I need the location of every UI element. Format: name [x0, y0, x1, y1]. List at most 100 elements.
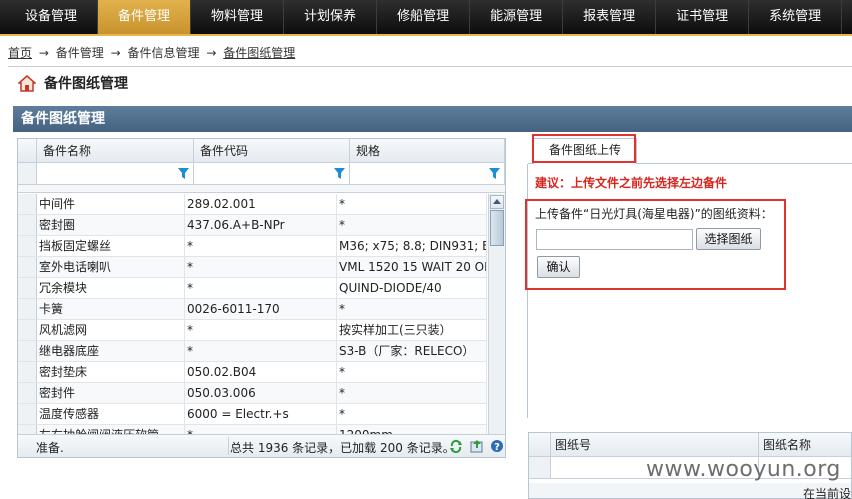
footer-divider — [228, 437, 229, 455]
grid-header: 备件名称 备件代码 规格 — [18, 139, 505, 163]
table-row[interactable]: 继电器底座 * S3-B（厂家：RELECO） — [18, 341, 487, 362]
table-row[interactable]: 温度传感器 6000 = Electr.+s * — [18, 404, 487, 425]
panel-header: 备件图纸管理 — [13, 106, 852, 132]
cell-spec: S3-B（厂家：RELECO） — [337, 341, 487, 361]
cell-spec: QUIND-DIODE/40 — [337, 278, 487, 298]
cell-spec: * — [337, 362, 487, 382]
filter-icon[interactable] — [489, 168, 500, 179]
cell-spec: VML 1520 15 WAIT 20 OH... — [337, 257, 487, 277]
nav-item-maintenance-plan[interactable]: 计划保养 — [284, 0, 378, 34]
cell-part-code: * — [185, 278, 337, 298]
refresh-icon[interactable] — [449, 439, 463, 454]
top-nav: 设备管理 备件管理 物料管理 计划保养 修船管理 能源管理 报表管理 证书管理 … — [0, 0, 852, 36]
breadcrumb-home-link[interactable]: 首页 — [8, 46, 32, 60]
nav-item-ship-repair[interactable]: 修船管理 — [377, 0, 471, 34]
cell-part-code: * — [185, 236, 337, 256]
nav-item-certificates[interactable]: 证书管理 — [656, 0, 750, 34]
choose-drawing-button[interactable]: 选择图纸 — [696, 228, 761, 250]
cell-spec: 1200mm — [337, 425, 487, 434]
filter-icon[interactable] — [178, 168, 189, 179]
nav-item-system[interactable]: 系统管理 — [749, 0, 843, 34]
nav-item-materials[interactable]: 物料管理 — [191, 0, 285, 34]
filter-icon[interactable] — [334, 168, 345, 179]
nav-item-spare-parts[interactable]: 备件管理 — [98, 0, 192, 34]
cell-part-code: 6000 = Electr.+s — [185, 404, 337, 424]
watermark: www.wooyun.org — [646, 457, 841, 482]
cell-spec: M36; x75; 8.8; DIN931; Black — [337, 236, 487, 256]
table-row[interactable]: 挡板固定螺丝*M36; x75; 8.8; DIN931; Black — [18, 236, 487, 257]
table-row[interactable]: 卡簧 0026-6011-170 * — [18, 299, 487, 320]
filter-row — [18, 163, 505, 185]
column-header-part-name[interactable]: 备件名称 — [37, 139, 194, 162]
table-row[interactable]: 室外电话喇叭*VML 1520 15 WAIT 20 OH... — [18, 257, 487, 278]
cell-part-name: 密封件 — [37, 383, 185, 403]
breadcrumb-separator: → — [110, 46, 121, 60]
table-row[interactable]: 密封件 050.03.006 * — [18, 383, 487, 404]
home-icon — [17, 74, 37, 92]
upload-label: 上传备件“日光灯具(海星电器)”的图纸资料： — [535, 207, 773, 221]
cell-part-name: 挡板固定螺丝 — [37, 236, 185, 256]
column-header-spec[interactable]: 规格 — [350, 139, 505, 162]
advice-text: 建议：上传文件之前先选择左边备件 — [535, 176, 728, 190]
cell-spec: * — [337, 299, 487, 319]
help-icon[interactable]: ? — [490, 439, 504, 453]
highlight-box — [532, 134, 636, 163]
cell-part-code: 289.02.001 — [185, 194, 337, 214]
cell-part-name: 卡簧 — [37, 299, 185, 319]
cell-part-name: 温度传感器 — [37, 404, 185, 424]
breadcrumb-current-link[interactable]: 备件图纸管理 — [223, 46, 295, 60]
confirm-button[interactable]: 确认 — [537, 256, 580, 278]
scroll-up-button[interactable] — [490, 195, 504, 209]
cell-spec: * — [337, 215, 487, 235]
cell-part-code: * — [185, 425, 337, 434]
nav-item-reports[interactable]: 报表管理 — [563, 0, 657, 34]
nav-item-equipment[interactable]: 设备管理 — [0, 0, 99, 34]
drawing-grid-body: 在当前设 — [529, 483, 851, 499]
nav-item-energy[interactable]: 能源管理 — [470, 0, 564, 34]
table-row[interactable]: 冗余模块 * QUIND-DIODE/40 — [18, 278, 487, 299]
filter-corner — [18, 163, 37, 184]
cell-part-code: 437.06.A+B-NPr — [185, 215, 337, 235]
cell-part-code: * — [185, 320, 337, 340]
table-row[interactable]: 密封圈 437.06.A+B-NPr * — [18, 215, 487, 236]
cell-part-code: 0026-6011-170 — [185, 299, 337, 319]
cell-part-name: 室外电话喇叭 — [37, 257, 185, 277]
column-header-drawing-name[interactable]: 图纸名称 — [759, 433, 851, 456]
breadcrumb-separator: → — [206, 46, 217, 60]
filter-corner — [529, 457, 551, 478]
table-row[interactable]: 中间件 289.02.001 * — [18, 194, 487, 215]
cell-part-name: 中间件 — [37, 194, 185, 214]
svg-text:?: ? — [494, 442, 500, 453]
filter-cell-spec[interactable] — [350, 163, 505, 184]
filter-cell-part-code[interactable] — [194, 163, 350, 184]
vertical-scrollbar[interactable] — [488, 194, 505, 434]
filter-cell-part-name[interactable] — [37, 163, 194, 184]
grid-corner — [529, 433, 551, 456]
breadcrumb-separator: → — [38, 46, 49, 60]
breadcrumb: 首页 → 备件管理 → 备件信息管理 → 备件图纸管理 — [8, 44, 295, 61]
drawing-grid-header: 图纸号 图纸名称 — [529, 433, 851, 457]
cell-part-code: * — [185, 257, 337, 277]
cell-part-name: 风机滤网 — [37, 320, 185, 340]
cell-part-name: 密封圈 — [37, 215, 185, 235]
divider — [8, 66, 852, 67]
table-row[interactable]: 风机滤网 * 按实样加工(三只装） — [18, 320, 487, 341]
status-text: 准备. — [36, 441, 64, 455]
grid-spacer — [18, 185, 505, 193]
column-header-drawing-no[interactable]: 图纸号 — [551, 433, 759, 456]
page-title-area: 备件图纸管理 — [17, 73, 128, 93]
drawing-grid-message: 在当前设 — [802, 487, 851, 499]
grid-footer: 准备. 总共 1936 条记录，已加载 200 条记录。 ? — [18, 434, 505, 457]
cell-part-name: 密封垫床 — [37, 362, 185, 382]
cell-spec: * — [337, 383, 487, 403]
column-header-part-code[interactable]: 备件代码 — [194, 139, 350, 162]
grid-corner — [18, 139, 37, 162]
breadcrumb-level2: 备件信息管理 — [127, 46, 200, 60]
cell-spec: 按实样加工(三只装） — [337, 320, 487, 340]
export-icon[interactable] — [470, 439, 484, 453]
table-row[interactable]: 密封垫床 050.02.B04 * — [18, 362, 487, 383]
table-row[interactable]: 左右抽舱闸阀液压软管*1200mm — [18, 425, 487, 434]
record-count-text: 总共 1936 条记录，已加载 200 条记录。 — [230, 441, 455, 455]
scroll-thumb[interactable] — [490, 210, 504, 246]
file-path-input[interactable] — [536, 229, 693, 250]
